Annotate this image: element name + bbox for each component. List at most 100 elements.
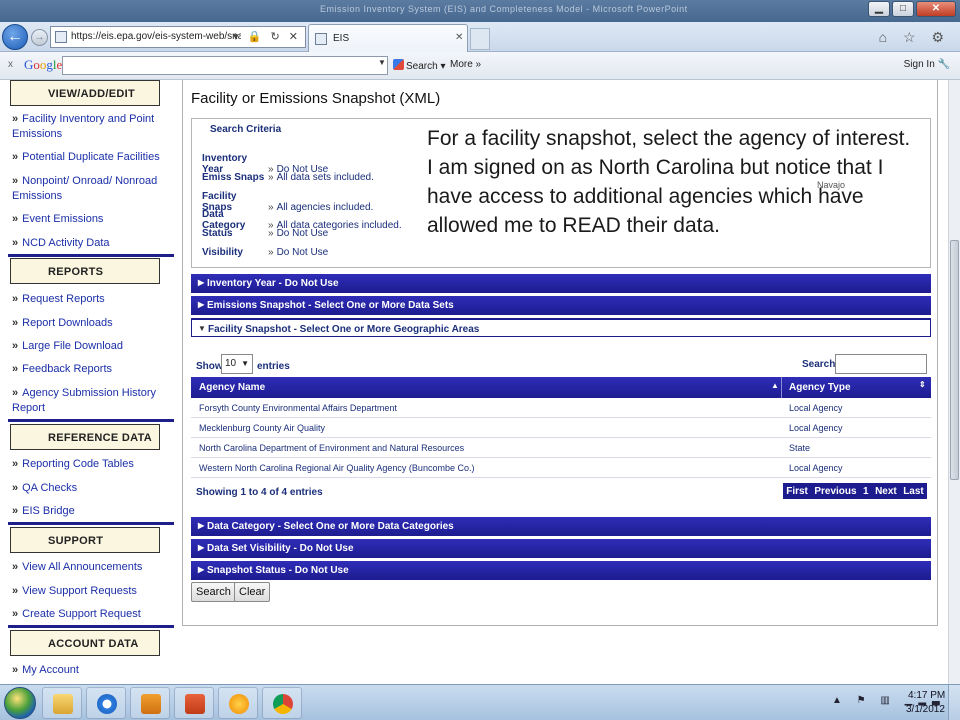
google-search-button[interactable]: Search ▾ [393,59,446,72]
sort-both-icon[interactable]: ⇕ [919,380,926,389]
sidebar-item-create-support-request[interactable]: » Create Support Request [12,607,162,622]
taskbar-internet-explorer[interactable] [86,687,126,719]
table-row[interactable]: Forsyth County Environmental Affairs Dep… [191,398,931,418]
site-favicon-icon [55,31,67,43]
sidebar-heading-reports: REPORTS [10,258,160,284]
table-row[interactable]: Western North Carolina Regional Air Qual… [191,458,931,478]
sidebar-item-agency-submission-history[interactable]: » Agency Submission History Report [12,386,162,416]
sidebar-item-event-emissions[interactable]: » Event Emissions [12,212,162,227]
sidebar-heading-account-data: ACCOUNT DATA [10,630,160,656]
search-button[interactable]: Search [191,582,236,602]
search-criteria-title: Search Criteria [210,124,282,135]
browser-navbar: ← → https://eis.epa.gov/eis-system-web/s… [0,22,960,52]
tab-label: EIS [333,33,350,44]
table-search-label: Search: [802,359,839,370]
taskbar-powerpoint[interactable] [174,687,214,719]
url-text[interactable]: https://eis.epa.gov/eis-system-web/snaps… [71,31,241,42]
sidebar-divider [8,254,174,257]
sidebar-item-view-announcements[interactable]: » View All Announcements [12,560,162,575]
sidebar-heading-reference-data: REFERENCE DATA [10,424,160,450]
table-row[interactable]: North Carolina Department of Environment… [191,438,931,458]
outlook-icon [141,694,161,714]
sidebar-item-qa-checks[interactable]: » QA Checks [12,481,162,496]
show-label: Show [196,361,223,372]
minimize-button[interactable]: ▁ [868,1,890,17]
column-header-agency-type[interactable]: Agency Type [789,382,851,393]
taskbar-app[interactable] [218,687,258,719]
window-titlebar: Emission Inventory System (EIS) and Comp… [0,0,960,22]
sidebar-divider [8,625,174,628]
triangle-right-icon: ▶ [198,278,205,287]
start-button[interactable] [4,687,36,719]
entries-label: entries [257,361,290,372]
pager-last-button[interactable]: Last [903,486,924,497]
address-tools-icons[interactable]: ▾ 🔒 ↻ ✕ [233,30,301,43]
tab-close-icon[interactable]: ✕ [455,32,463,43]
internet-explorer-icon [97,694,117,714]
wrench-icon[interactable]: 🔧 [938,59,950,70]
sort-asc-icon[interactable]: ▲ [771,381,779,390]
maximize-button[interactable]: □ [892,1,914,17]
triangle-right-icon: ▶ [198,565,205,574]
sidebar-item-request-reports[interactable]: » Request Reports [12,292,162,307]
section-facility-snapshot[interactable]: ▼ Facility Snapshot - Select One or More … [191,318,931,337]
sidebar-item-large-file-download[interactable]: » Large File Download [12,339,162,354]
sidebar-item-nonpoint-emissions[interactable]: » Nonpoint/ Onroad/ Nonroad Emissions [12,174,162,204]
show-desktop-button[interactable] [948,685,960,720]
address-bar[interactable]: https://eis.epa.gov/eis-system-web/snaps… [50,26,306,48]
sidebar-item-eis-bridge[interactable]: » EIS Bridge [12,504,162,519]
scrollbar-thumb[interactable] [950,240,959,480]
orange-app-icon [229,694,249,714]
sidebar-item-facility-inventory[interactable]: » Facility Inventory and Point Emissions [12,112,162,142]
close-button[interactable]: ✕ [916,1,956,17]
page-title: Facility or Emissions Snapshot (XML) [191,90,441,107]
table-header: Agency Name ▲ Agency Type ⇕ [191,377,931,398]
tab-eis[interactable]: EIS ✕ [308,24,468,52]
section-inventory-year[interactable]: ▶ Inventory Year - Do Not Use [191,274,931,293]
more-button[interactable]: More » [450,59,481,70]
window-title: Emission Inventory System (EIS) and Comp… [320,4,688,14]
column-header-agency-name[interactable]: Agency Name [199,382,265,393]
taskbar-file-explorer[interactable] [42,687,82,719]
sidebar-item-reporting-code-tables[interactable]: » Reporting Code Tables [12,457,162,472]
section-data-set-visibility[interactable]: ▶ Data Set Visibility - Do Not Use [191,539,931,558]
sidebar-item-view-support-requests[interactable]: » View Support Requests [12,584,162,599]
section-data-category[interactable]: ▶ Data Category - Select One or More Data… [191,517,931,536]
toolbar-close-icon[interactable]: x [8,59,13,70]
taskbar-outlook[interactable] [130,687,170,719]
sign-in-link[interactable]: Sign In 🔧 [904,59,950,70]
clear-button[interactable]: Clear [234,582,271,602]
table-search-input[interactable] [835,354,927,374]
sidebar-divider [8,419,174,422]
table-row[interactable]: Mecklenburg County Air Quality Local Agen… [191,418,931,438]
clock-time[interactable]: 4:17 PM [908,690,945,701]
clock-date[interactable]: 3/1/2012 [906,704,945,715]
google-search-input[interactable] [62,56,388,75]
vertical-scrollbar[interactable] [948,80,960,684]
chevron-down-icon[interactable]: ▼ [378,58,386,67]
pager-next-button[interactable]: Next [875,486,897,497]
criteria-row: Status» Do Not Use [202,228,329,239]
sidebar-divider [8,522,174,525]
sidebar-item-ncd-activity[interactable]: » NCD Activity Data [12,236,162,251]
section-snapshot-status[interactable]: ▶ Snapshot Status - Do Not Use [191,561,931,580]
pager-first-button[interactable]: First [786,486,808,497]
section-emissions-snapshot[interactable]: ▶ Emissions Snapshot - Select One or More… [191,296,931,315]
page-size-select[interactable]: 10 ▼ [221,354,253,374]
sidebar-item-potential-duplicates[interactable]: » Potential Duplicate Facilities [12,150,162,165]
sidebar-item-feedback-reports[interactable]: » Feedback Reports [12,362,162,377]
forward-button[interactable]: → [31,29,48,46]
google-logo: Google [24,57,63,72]
pager-previous-button[interactable]: Previous [814,486,856,497]
screen: Emission Inventory System (EIS) and Comp… [0,0,960,720]
new-tab-button[interactable] [470,28,490,50]
home-favorites-tools-icons[interactable]: ⌂ ☆ ⚙ [879,29,950,46]
google-toolbar: x Google ▼ Search ▾ More » Sign In 🔧 [0,52,960,80]
taskbar-chrome[interactable] [262,687,302,719]
triangle-right-icon: ▶ [198,543,205,552]
pager-page-button[interactable]: 1 [863,486,869,497]
column-divider [781,377,782,398]
sidebar-item-my-account[interactable]: » My Account [12,663,162,678]
sidebar-item-report-downloads[interactable]: » Report Downloads [12,316,162,331]
back-button[interactable]: ← [2,24,28,50]
